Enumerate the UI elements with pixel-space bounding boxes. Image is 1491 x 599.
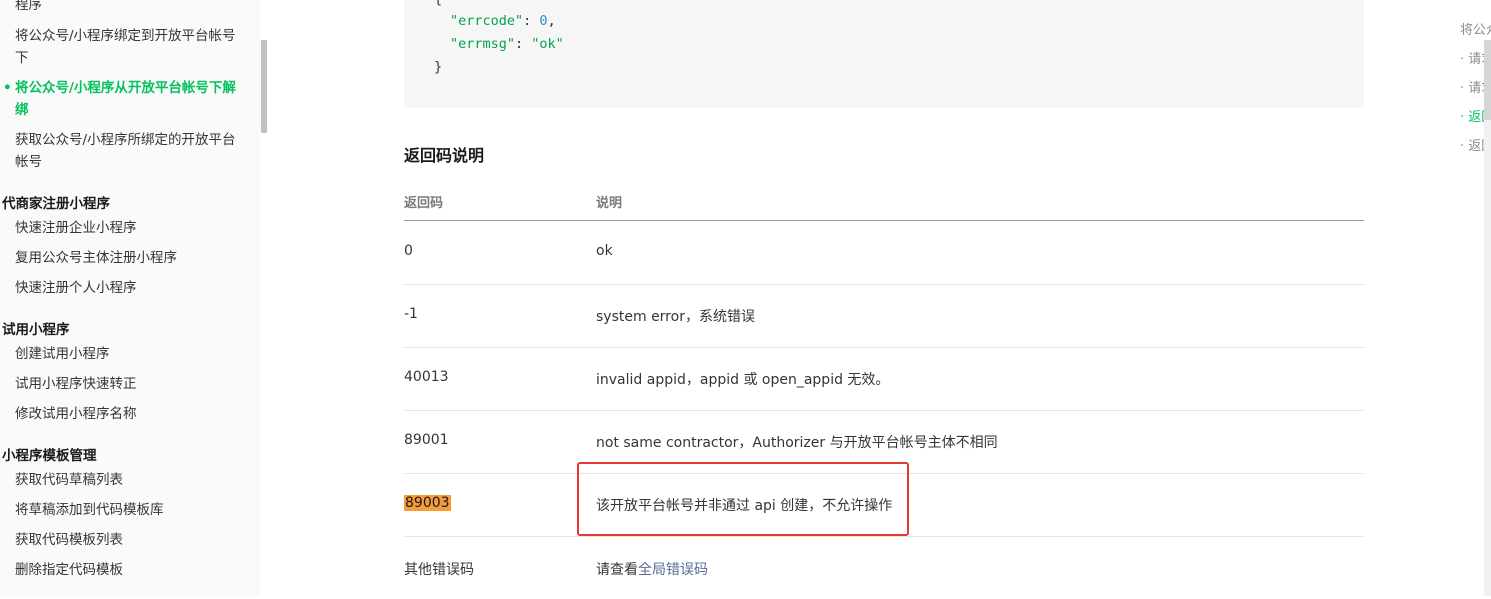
row-code: 0: [404, 243, 413, 259]
row-desc: ok: [596, 243, 613, 259]
sidebar-group-trial: 试用小程序: [2, 322, 70, 338]
table-row: 其他错误码 请查看全局错误码: [404, 536, 1364, 599]
table-header-desc: 说明: [596, 196, 623, 211]
code-line-errmsg: "errmsg": "ok": [450, 36, 564, 52]
row-desc: 请查看全局错误码: [596, 562, 708, 578]
sidebar-item-fast-register-personal[interactable]: 快速注册个人小程序: [15, 277, 240, 299]
row-code: 40013: [404, 369, 449, 385]
global-error-code-link[interactable]: 全局错误码: [638, 562, 708, 578]
annotation-red-box: [577, 462, 909, 536]
code-open-brace: {: [434, 0, 442, 7]
code-block: { "errcode": 0, "errmsg": "ok" }: [404, 0, 1364, 108]
sidebar-item-bind-account[interactable]: 将公众号/小程序绑定到开放平台帐号下: [15, 25, 240, 69]
sidebar-group-register: 代商家注册小程序: [2, 196, 110, 212]
sidebar-item-add-to-template[interactable]: 将草稿添加到代码模板库: [15, 499, 240, 521]
sidebar-group-template: 小程序模板管理: [2, 448, 97, 464]
row-desc: not same contractor，Authorizer 与开放平台帐号主体…: [596, 435, 998, 451]
sidebar-item-fast-register-enterprise[interactable]: 快速注册企业小程序: [15, 217, 240, 239]
sidebar-nav: 程序 将公众号/小程序绑定到开放平台帐号下 • 将公众号/小程序从开放平台帐号下解…: [0, 0, 260, 596]
table-row: -1 system error，系统错误: [404, 284, 1364, 348]
sidebar-item-reuse-register[interactable]: 复用公众号主体注册小程序: [15, 247, 240, 269]
table-header-code: 返回码: [404, 196, 444, 211]
sidebar-item-template-list[interactable]: 获取代码模板列表: [15, 529, 240, 551]
row-code: -1: [404, 306, 418, 322]
sidebar-item-create-trial[interactable]: 创建试用小程序: [15, 343, 240, 365]
code-line-errcode: "errcode": 0,: [450, 13, 556, 29]
sidebar-item-get-bound-account[interactable]: 获取公众号/小程序所绑定的开放平台帐号: [15, 129, 240, 173]
sidebar-item-program[interactable]: 程序: [15, 0, 240, 16]
table-row: 40013 invalid appid，appid 或 open_appid 无…: [404, 347, 1364, 411]
sidebar-item-trial-rename[interactable]: 修改试用小程序名称: [15, 403, 240, 425]
sidebar-scrollbar[interactable]: [261, 40, 267, 133]
search-highlight: 89003: [404, 495, 451, 511]
sidebar-item-draft-list[interactable]: 获取代码草稿列表: [15, 469, 240, 491]
sidebar-item-unbind-account[interactable]: • 将公众号/小程序从开放平台帐号下解绑: [3, 77, 240, 121]
sidebar-item-delete-template[interactable]: 删除指定代码模板: [15, 559, 240, 581]
page-scrollbar-thumb[interactable]: [1484, 40, 1491, 120]
row-desc: system error，系统错误: [596, 309, 755, 325]
table-row: 0 ok: [404, 221, 1364, 285]
code-close-brace: }: [434, 59, 443, 75]
row-desc: invalid appid，appid 或 open_appid 无效。: [596, 372, 890, 388]
row-code: 89001: [404, 432, 449, 448]
page-scrollbar[interactable]: [1484, 40, 1491, 596]
active-dot-icon: •: [3, 80, 12, 96]
toc-item-title[interactable]: 将公众: [1460, 19, 1491, 38]
section-title: 返回码说明: [404, 146, 485, 165]
sidebar-item-trial-convert[interactable]: 试用小程序快速转正: [15, 373, 240, 395]
row-code: 其他错误码: [404, 562, 474, 578]
row-code-highlighted: 89003: [404, 495, 451, 511]
